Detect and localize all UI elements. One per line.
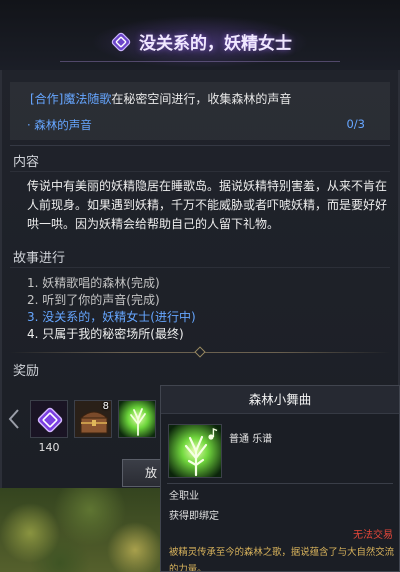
- content-paragraph: 传说中有美丽的妖精隐居在睡歌岛。据说妖精特别害羞，从来不肯在人前现身。如果遇到妖…: [27, 179, 388, 231]
- forest-music-score-icon: [119, 401, 155, 437]
- reward-slot-gem[interactable]: [30, 400, 68, 438]
- divider: [10, 145, 390, 146]
- divider: [167, 483, 393, 484]
- content-heading: 内容: [13, 155, 40, 170]
- reward-count: 8: [102, 401, 109, 412]
- tooltip-title: 森林小舞曲: [161, 386, 399, 414]
- purple-gem-icon: [31, 401, 67, 437]
- reward-slot-score[interactable]: [118, 400, 156, 438]
- tooltip-class: 全职业: [169, 491, 199, 502]
- objective-progress: 0/3: [346, 117, 365, 131]
- forest-music-score-icon: [168, 424, 222, 478]
- tooltip-grade: 普通: [229, 434, 249, 445]
- prev-arrow-icon[interactable]: [8, 408, 20, 430]
- reward-amount: 140: [38, 441, 60, 454]
- tooltip-trade-status: 无法交易: [353, 530, 393, 541]
- tooltip-binding: 获得即绑定: [169, 511, 219, 522]
- divider: [10, 171, 390, 172]
- rewards-heading: 奖励: [13, 364, 40, 379]
- tooltip-description: 被精灵传承至今的森林之歌，据说蕴含了与大自然交流的力量。: [169, 547, 395, 572]
- quest-window: 没关系的，妖精女士 [合作]魔法随歌在秘密空间进行，收集森林的声音 · 森林的声…: [0, 0, 400, 572]
- story-heading: 故事进行: [13, 251, 66, 266]
- objective-text: 在秘密空间进行，收集森林的声音: [111, 92, 292, 106]
- story-step-current: 3. 没关系的，妖精女士(进行中): [27, 310, 196, 324]
- tooltip-type: 乐谱: [252, 434, 273, 445]
- divider: [10, 267, 390, 268]
- tooltip-grade-type: 普通 乐谱: [229, 430, 272, 445]
- item-tooltip: 森林小舞曲 普通 乐谱 全职业 获得即绑定 无法交易 被精灵传承至今的森林之歌，…: [160, 385, 400, 572]
- quest-title: 没关系的，妖精女士: [139, 34, 292, 54]
- reward-slot-chest[interactable]: 8: [74, 400, 112, 438]
- objective-line: [合作]魔法随歌在秘密空间进行，收集森林的声音: [30, 90, 291, 107]
- objective-tag[interactable]: [合作]魔法随歌: [30, 92, 111, 106]
- story-step: 1. 妖精歌唱的森林(完成): [27, 276, 160, 290]
- story-step: 2. 听到了你的声音(完成): [27, 293, 160, 307]
- objective-item-label: · 森林的声音: [27, 118, 92, 132]
- quest-diamond-icon: [108, 29, 134, 55]
- title-bar: 没关系的，妖精女士: [60, 22, 340, 62]
- story-step: 4. 只属于我的秘密场所(最终): [27, 327, 184, 341]
